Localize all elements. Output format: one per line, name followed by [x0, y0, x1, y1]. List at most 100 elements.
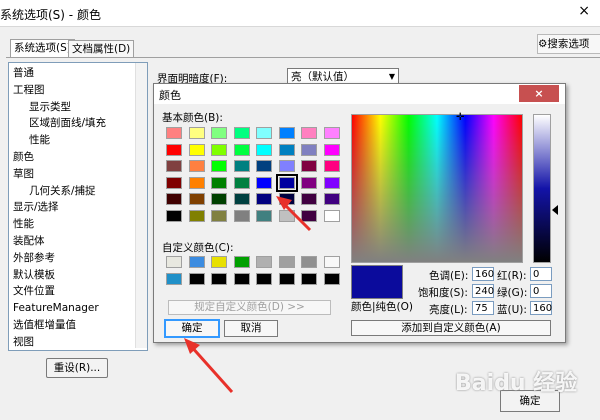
basic-color-swatch[interactable]: [301, 143, 317, 156]
custom-color-swatch[interactable]: [211, 273, 227, 285]
basic-color-swatch[interactable]: [278, 127, 295, 139]
reset-button[interactable]: 重设(R)...: [46, 358, 108, 378]
custom-color-swatch[interactable]: [211, 256, 227, 268]
basic-color-swatch[interactable]: [211, 176, 227, 189]
basic-color-swatch[interactable]: [211, 127, 227, 139]
basic-color-swatch[interactable]: [166, 176, 182, 189]
custom-color-swatch[interactable]: [278, 273, 295, 285]
basic-color-swatch[interactable]: [166, 209, 182, 222]
tree-item[interactable]: 外部参考: [13, 250, 55, 266]
basic-color-swatch[interactable]: [275, 173, 298, 192]
tree-scrollbar[interactable]: [135, 63, 147, 348]
basic-color-swatch[interactable]: [256, 127, 272, 139]
custom-color-swatch[interactable]: [256, 273, 272, 285]
custom-color-swatch[interactable]: [188, 256, 205, 268]
basic-color-swatch[interactable]: [323, 176, 340, 189]
tree-item[interactable]: 草图: [13, 166, 34, 182]
custom-color-swatch[interactable]: [188, 273, 205, 285]
basic-color-swatch[interactable]: [278, 160, 295, 172]
tree-item[interactable]: 显示类型: [29, 99, 71, 115]
tree-item[interactable]: 工程图: [13, 82, 45, 98]
custom-color-swatch[interactable]: [278, 256, 295, 268]
basic-color-swatch[interactable]: [256, 160, 272, 172]
custom-color-swatch[interactable]: [166, 256, 182, 268]
basic-color-swatch[interactable]: [301, 160, 317, 172]
define-custom-colors-button[interactable]: 规定自定义颜色(D) >>: [168, 300, 331, 315]
options-tree[interactable]: 普通 工程图 显示类型 区域剖面线/填充 性能 颜色 草图 几何关系/捕捉 显示/选择 性能 装配体…: [8, 62, 148, 351]
custom-color-swatch[interactable]: [233, 273, 250, 285]
custom-color-swatch[interactable]: [301, 256, 317, 268]
basic-color-swatch[interactable]: [256, 209, 272, 222]
custom-color-swatch[interactable]: [233, 256, 250, 268]
basic-color-swatch[interactable]: [166, 143, 182, 156]
basic-color-swatch[interactable]: [211, 160, 227, 172]
basic-color-swatch[interactable]: [233, 160, 250, 172]
basic-color-swatch[interactable]: [256, 193, 272, 205]
tree-item[interactable]: 显示/选择: [13, 199, 59, 215]
basic-color-swatch[interactable]: [323, 193, 340, 205]
custom-color-swatch[interactable]: [166, 273, 182, 285]
hue-input[interactable]: 160: [472, 267, 494, 281]
green-input[interactable]: 0: [530, 284, 552, 298]
basic-color-swatch[interactable]: [188, 176, 205, 189]
basic-color-swatch[interactable]: [323, 143, 340, 156]
tree-item[interactable]: 普通: [13, 65, 34, 81]
basic-color-swatch[interactable]: [211, 209, 227, 222]
basic-color-swatch[interactable]: [323, 160, 340, 172]
custom-color-swatch[interactable]: [301, 273, 317, 285]
basic-color-swatch[interactable]: [278, 193, 295, 205]
basic-color-swatch[interactable]: [278, 209, 295, 222]
close-icon[interactable]: ×: [578, 3, 590, 19]
tree-item[interactable]: FeatureManager: [13, 300, 99, 316]
add-to-custom-colors-button[interactable]: 添加到自定义颜色(A): [351, 320, 551, 336]
basic-color-swatch[interactable]: [323, 209, 340, 222]
tree-item[interactable]: 性能: [13, 216, 34, 232]
tree-item[interactable]: 选值框增量值: [13, 317, 76, 333]
basic-color-swatch[interactable]: [233, 127, 250, 139]
cancel-button[interactable]: 取消: [224, 320, 278, 337]
custom-color-swatch[interactable]: [323, 273, 340, 285]
basic-color-swatch[interactable]: [166, 160, 182, 172]
custom-color-swatch[interactable]: [256, 256, 272, 268]
tab-system-options[interactable]: 系统选项(S): [10, 39, 75, 59]
basic-color-swatch[interactable]: [188, 143, 205, 156]
basic-color-swatch[interactable]: [256, 176, 272, 189]
blue-input[interactable]: 160: [530, 301, 552, 315]
basic-color-swatch[interactable]: [233, 143, 250, 156]
basic-color-swatch[interactable]: [188, 193, 205, 205]
custom-color-swatch[interactable]: [323, 256, 340, 268]
basic-color-swatch[interactable]: [211, 193, 227, 205]
tab-document-properties[interactable]: 文档属性(D): [68, 40, 135, 58]
basic-color-swatch[interactable]: [166, 193, 182, 205]
red-input[interactable]: 0: [530, 267, 552, 281]
basic-color-swatch[interactable]: [188, 160, 205, 172]
tree-item[interactable]: 颜色: [13, 149, 34, 165]
basic-color-swatch[interactable]: [233, 176, 250, 189]
basic-color-swatch[interactable]: [301, 193, 317, 205]
basic-color-swatch[interactable]: [166, 127, 182, 139]
basic-color-swatch[interactable]: [211, 143, 227, 156]
theme-select[interactable]: 亮（默认值） ▼: [287, 68, 399, 84]
basic-color-swatch[interactable]: [188, 127, 205, 139]
tree-item[interactable]: 文件位置: [13, 283, 55, 299]
color-spectrum[interactable]: [351, 114, 523, 263]
tree-item[interactable]: 默认模板: [13, 267, 55, 283]
luminance-pointer-icon[interactable]: [552, 205, 558, 215]
basic-color-swatch[interactable]: [301, 209, 317, 222]
basic-color-swatch[interactable]: [188, 209, 205, 222]
basic-color-swatch[interactable]: [233, 193, 250, 205]
basic-color-swatch[interactable]: [233, 209, 250, 222]
basic-color-swatch[interactable]: [256, 143, 272, 156]
tree-item[interactable]: 区域剖面线/填充: [29, 115, 106, 131]
basic-color-swatch[interactable]: [301, 176, 317, 189]
close-icon[interactable]: ×: [519, 85, 559, 102]
tree-item[interactable]: 装配体: [13, 233, 45, 249]
tree-item[interactable]: 视图: [13, 334, 34, 350]
luminance-slider[interactable]: [533, 114, 551, 263]
luminance-input[interactable]: 75: [472, 301, 494, 315]
tree-item[interactable]: 性能: [29, 132, 50, 148]
basic-color-swatch[interactable]: [301, 127, 317, 139]
ok-button[interactable]: 确定: [164, 319, 220, 338]
saturation-input[interactable]: 240: [472, 284, 494, 298]
basic-color-swatch[interactable]: [278, 143, 295, 156]
